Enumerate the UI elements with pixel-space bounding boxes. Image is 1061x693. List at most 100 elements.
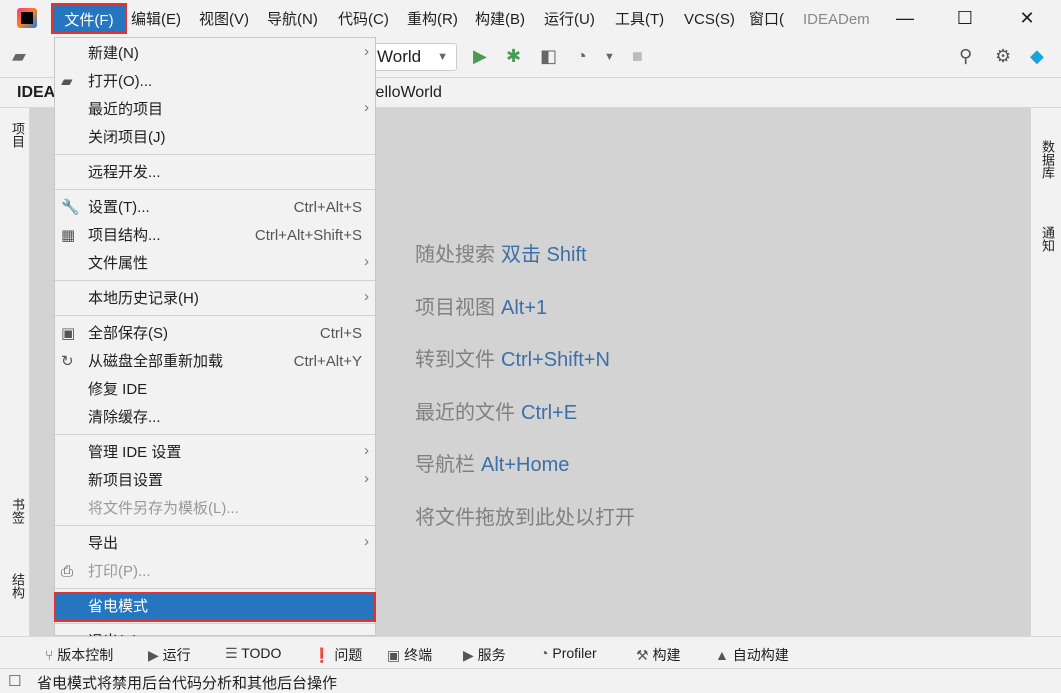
menu-item-label: 将文件另存为模板(L)... — [88, 500, 239, 517]
tool-window-label: 运行 — [162, 647, 191, 663]
file-menu-item[interactable]: 最近的项目 › — [55, 96, 375, 124]
project-tool-button[interactable]: 项目 — [8, 122, 27, 148]
tool-window-run[interactable]: ▶ 运行 — [148, 645, 191, 665]
menu-item-shortcut: Ctrl+S — [319, 325, 362, 342]
maximize-button[interactable]: ☐ — [953, 6, 977, 30]
auto-build-icon: ▲ — [715, 647, 733, 663]
notifications-tool-button[interactable]: 通知 — [1038, 226, 1057, 252]
submenu-arrow-icon: › — [364, 99, 369, 116]
open-folder-icon[interactable]: ▰ — [12, 46, 26, 67]
hint-text: 转到文件 — [415, 349, 495, 371]
tool-window-auto-build[interactable]: ▲ 自动构建 — [715, 645, 789, 665]
menu-file[interactable]: 文件(F) — [51, 3, 127, 34]
menu-view[interactable]: 视图(V) — [199, 7, 249, 33]
hint-shortcut: Ctrl+Shift+N — [501, 349, 610, 371]
submenu-arrow-icon: › — [364, 533, 369, 550]
editor-hint: 最近的文件 Ctrl+E — [415, 396, 577, 425]
menu-item-label: 省电模式 — [88, 598, 149, 615]
tool-window-profiler[interactable]: ◔ Profiler — [540, 645, 597, 661]
power-save-icon[interactable]: ☐ — [8, 672, 21, 690]
menu-item-label: 设置(T)... — [88, 199, 150, 216]
menu-item-label: 最近的项目 — [88, 101, 164, 118]
version-control-icon: ⑂ — [45, 647, 58, 663]
tool-window-todo[interactable]: ☰ TODO — [225, 645, 281, 662]
file-menu-item[interactable]: 新项目设置 › — [55, 467, 375, 495]
menu-item-label: 新项目设置 — [88, 472, 164, 489]
coverage-icon[interactable]: ◧ — [540, 46, 557, 67]
tool-window-build[interactable]: ⚒ 构建 — [636, 645, 680, 665]
build-icon: ⚒ — [636, 647, 653, 663]
menu-item-label: 打开(O)... — [88, 73, 153, 90]
menu-run[interactable]: 运行(U) — [544, 7, 595, 33]
left-tool-strip: 项目 书签 结构 — [0, 108, 30, 636]
file-menu-item[interactable]: 本地历史记录(H) › — [55, 285, 375, 313]
menu-item-label: 清除缓存... — [88, 409, 161, 426]
menu-edit[interactable]: 编辑(E) — [131, 7, 181, 33]
profile-dropdown-icon[interactable]: ▼ — [604, 51, 615, 63]
debug-icon[interactable]: ✱ — [506, 46, 521, 67]
hint-shortcut: Alt+Home — [481, 454, 570, 476]
editor-hint: 将文件拖放到此处以打开 — [415, 501, 641, 530]
tool-window-label: TODO — [241, 645, 282, 661]
tool-window-terminal[interactable]: ▣ 终端 — [387, 645, 432, 665]
breadcrumb-project[interactable]: IDEA — [17, 84, 55, 102]
status-message: 省电模式将禁用后台代码分析和其他后台操作 — [37, 675, 338, 692]
breadcrumb-file[interactable]: lelloWorld — [372, 84, 442, 102]
menu-refactor[interactable]: 重构(R) — [407, 7, 458, 33]
file-menu-item[interactable]: ⎙ 打印(P)... — [55, 558, 375, 586]
file-menu-item[interactable]: 导出 › — [55, 530, 375, 558]
run-icon: ▶ — [148, 647, 163, 663]
run-icon[interactable]: ▶ — [473, 46, 487, 67]
menu-item-label: 本地历史记录(H) — [88, 290, 199, 307]
stop-icon[interactable]: ■ — [632, 46, 643, 67]
tool-window-label: 版本控制 — [57, 647, 114, 663]
file-menu-item[interactable]: ▰ 打开(O)... — [55, 68, 375, 96]
title-bar: 文件(F) 编辑(E) 视图(V) 导航(N) 代码(C) 重构(R) 构建(B… — [0, 0, 1061, 37]
hint-text: 将文件拖放到此处以打开 — [415, 506, 635, 529]
menu-item-label: 关闭项目(J) — [88, 129, 166, 146]
file-menu-item[interactable]: ▦ 项目结构... Ctrl+Alt+Shift+S — [55, 222, 375, 250]
code-with-me-icon[interactable]: ◆ — [1030, 46, 1044, 67]
file-menu-item[interactable]: ↻ 从磁盘全部重新加载 Ctrl+Alt+Y — [55, 348, 375, 376]
menu-build[interactable]: 构建(B) — [475, 7, 525, 33]
file-menu-item[interactable]: 🔧 设置(T)... Ctrl+Alt+S — [55, 194, 375, 222]
menu-item-label: 导出 — [88, 535, 119, 552]
menu-tools[interactable]: 工具(T) — [615, 7, 664, 33]
project-title: IDEADem — [803, 11, 870, 28]
tool-window-label: 构建 — [652, 647, 681, 663]
menu-navigate[interactable]: 导航(N) — [267, 7, 318, 33]
file-menu-item[interactable]: 省电模式 — [54, 592, 376, 622]
submenu-arrow-icon: › — [364, 470, 369, 487]
menu-code[interactable]: 代码(C) — [338, 7, 389, 33]
tool-window-problems[interactable]: ❗ 问题 — [313, 645, 362, 665]
file-menu-item[interactable]: ▣ 全部保存(S) Ctrl+S — [55, 320, 375, 348]
hint-text: 随处搜索 — [415, 244, 495, 266]
menu-window[interactable]: 窗口( — [749, 7, 784, 33]
hint-text: 导航栏 — [415, 454, 475, 476]
file-menu-item[interactable]: 管理 IDE 设置 › — [55, 439, 375, 467]
file-menu-item[interactable]: 修复 IDE — [55, 376, 375, 404]
file-menu-item[interactable]: 新建(N) › — [55, 40, 375, 68]
structure-tool-button[interactable]: 结构 — [8, 573, 27, 599]
gear-icon[interactable]: ⚙ — [995, 46, 1011, 67]
database-tool-button[interactable]: 数据库 — [1038, 140, 1057, 179]
menu-vcs[interactable]: VCS(S) — [684, 7, 735, 33]
profile-icon[interactable]: ◔ — [576, 46, 587, 67]
tool-window-version-control[interactable]: ⑂ 版本控制 — [45, 645, 113, 665]
bookmarks-tool-button[interactable]: 书签 — [8, 498, 27, 524]
minimize-button[interactable]: — — [893, 6, 917, 30]
close-button[interactable]: ✕ — [1015, 6, 1039, 30]
save-icon: ▣ — [61, 325, 76, 342]
file-menu-item[interactable]: 将文件另存为模板(L)... — [55, 495, 375, 523]
file-menu-item[interactable]: 关闭项目(J) — [55, 124, 375, 152]
file-menu-item[interactable]: 文件属性 › — [55, 250, 375, 278]
menu-item-label: 新建(N) — [88, 45, 139, 62]
menu-item-label: 管理 IDE 设置 — [88, 444, 182, 461]
file-menu-item[interactable]: 远程开发... — [55, 159, 375, 187]
tool-window-label: 自动构建 — [732, 647, 789, 663]
menu-item-shortcut: Ctrl+Alt+Shift+S — [254, 227, 362, 244]
tool-window-services[interactable]: ▶ 服务 — [463, 645, 506, 665]
project-structure-icon: ▦ — [61, 227, 76, 244]
file-menu-item[interactable]: 清除缓存... — [55, 404, 375, 432]
search-icon[interactable]: ⚲ — [959, 46, 972, 67]
